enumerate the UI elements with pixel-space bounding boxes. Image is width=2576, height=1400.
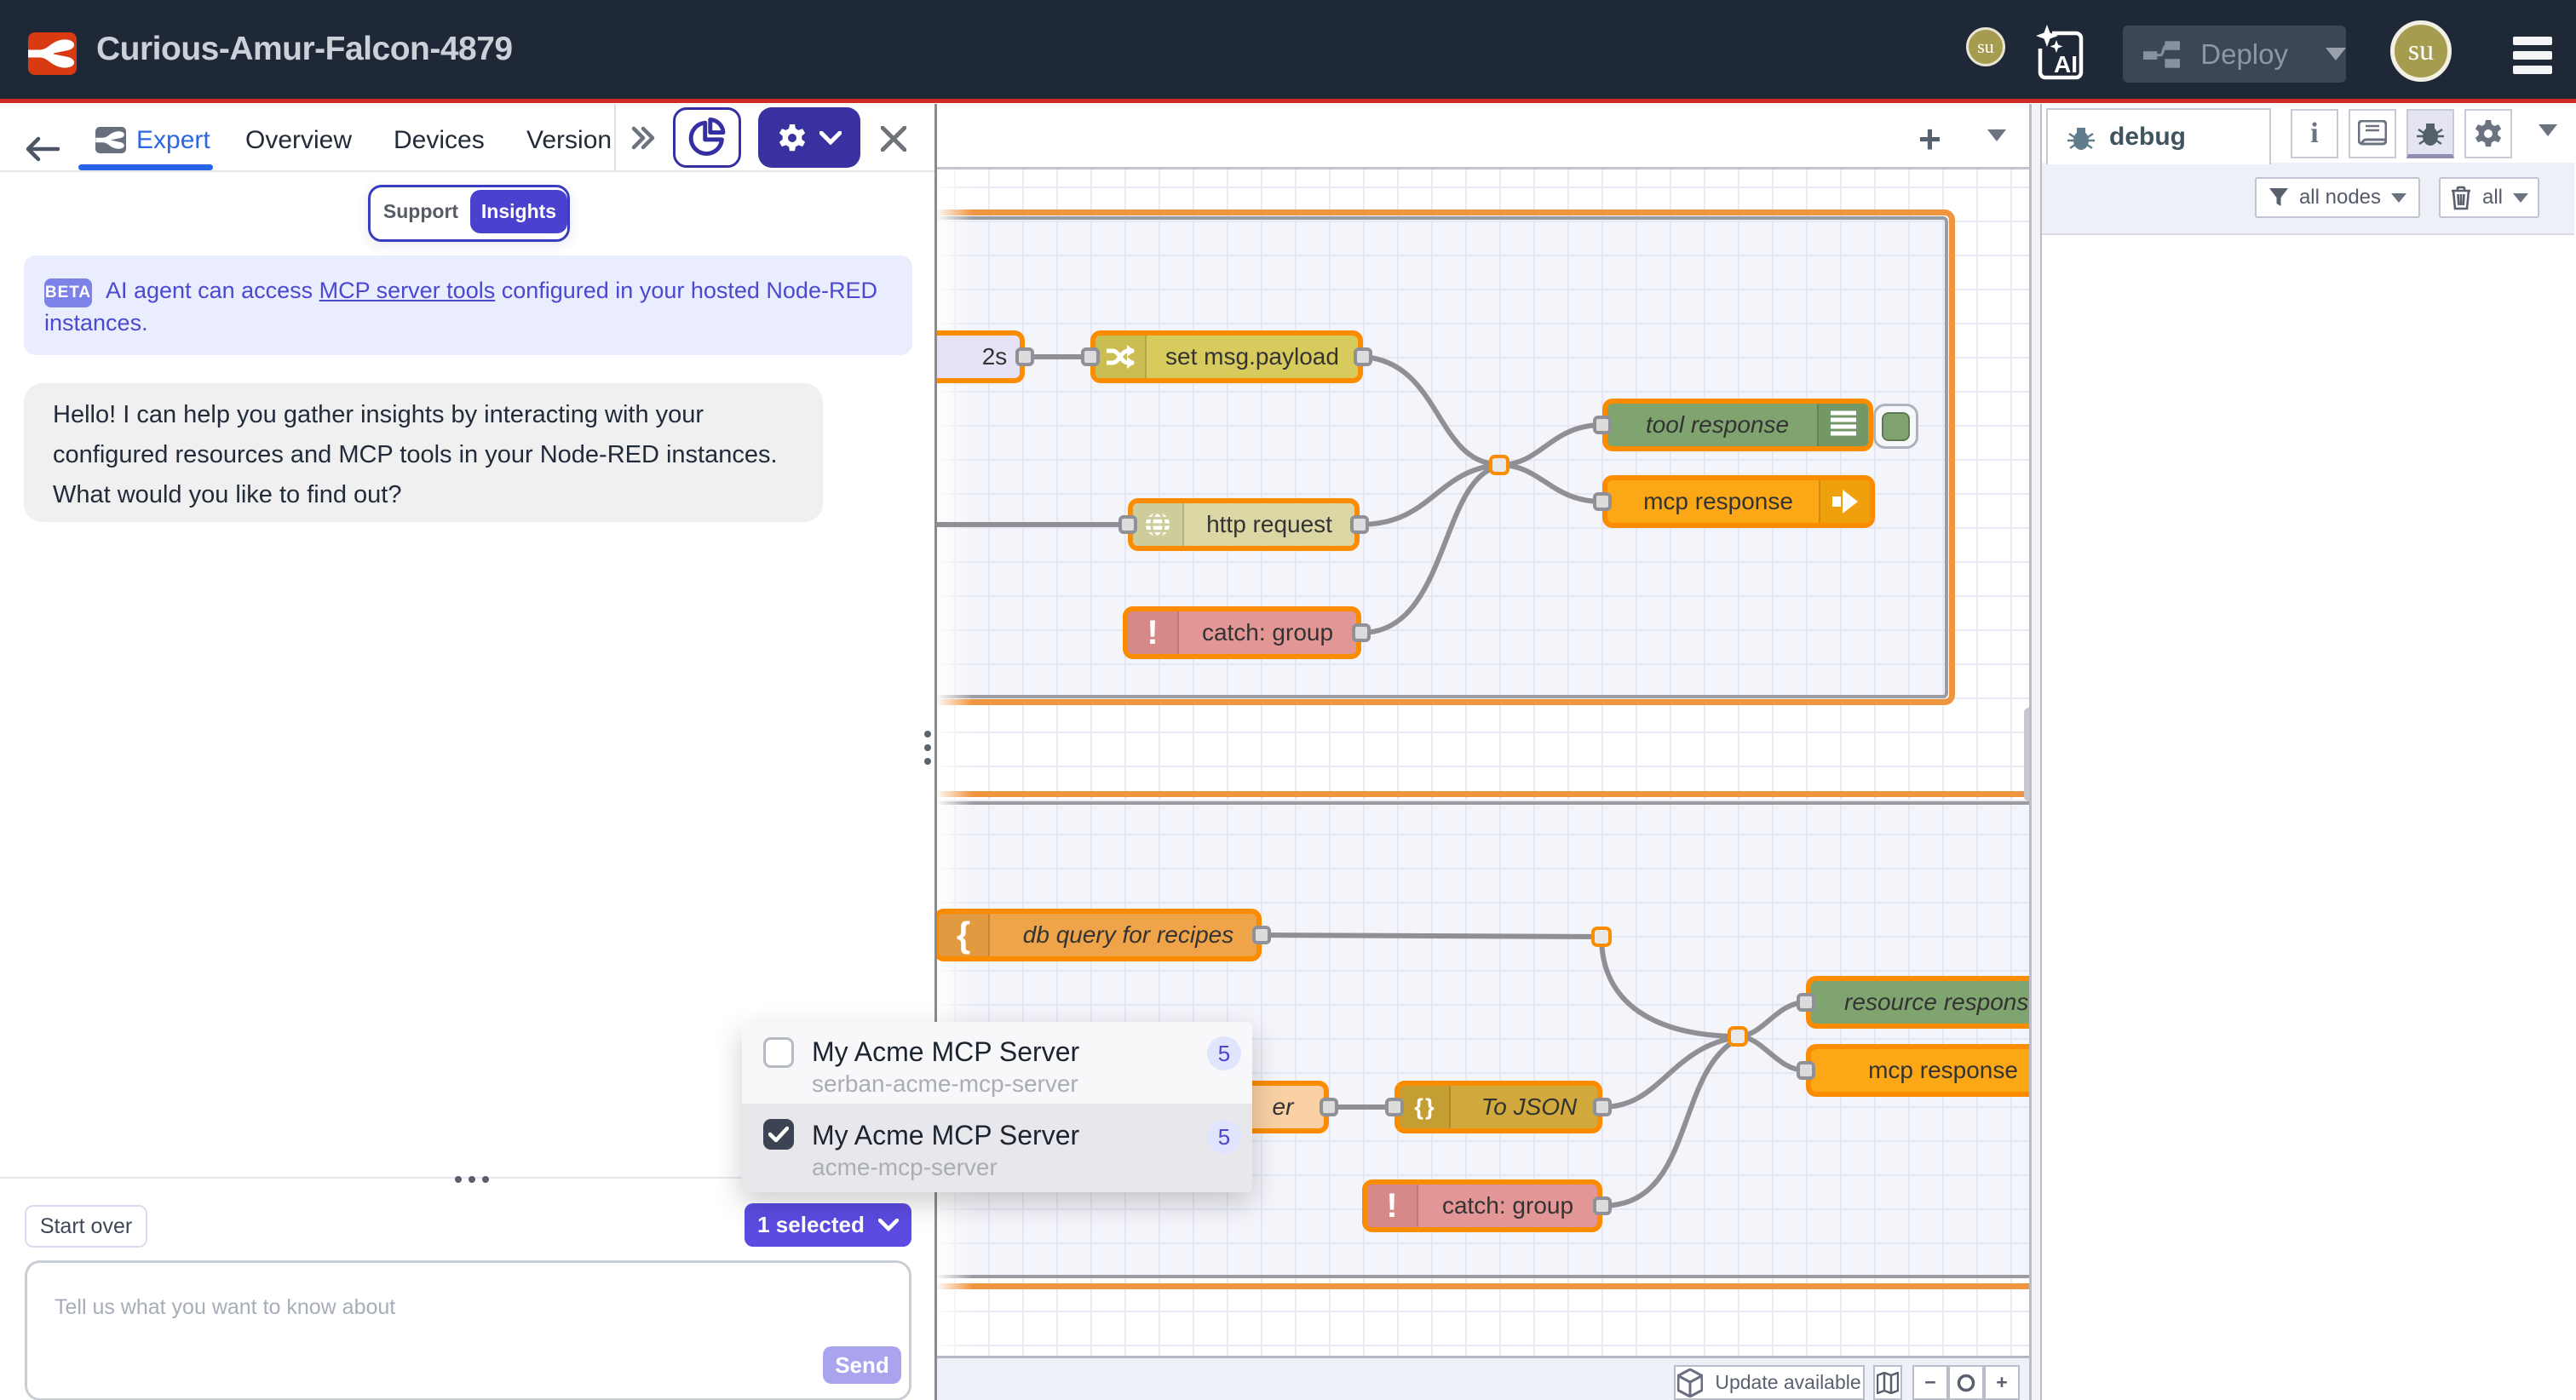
svg-text:AI: AI (2054, 51, 2078, 77)
